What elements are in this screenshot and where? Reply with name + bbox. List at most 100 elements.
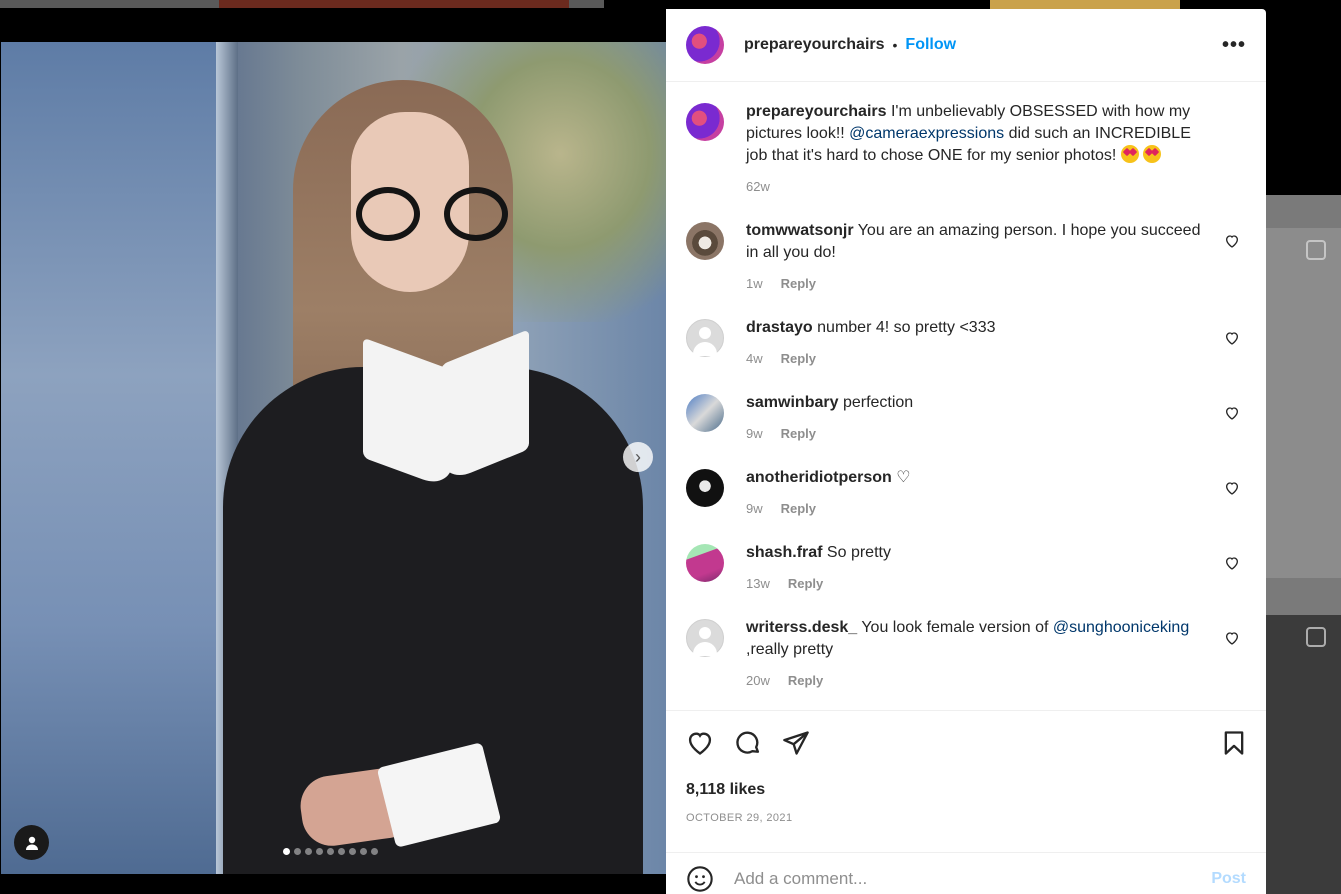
carousel-indicator bbox=[283, 848, 378, 855]
more-options-button[interactable]: ••• bbox=[1222, 34, 1246, 57]
post-header: prepareyourchairs • Follow ••• bbox=[666, 9, 1266, 82]
avatar[interactable] bbox=[686, 222, 724, 260]
action-icons bbox=[686, 729, 810, 757]
comment-time[interactable]: 4w bbox=[746, 348, 763, 370]
comment-username[interactable]: tomwwatsonjr bbox=[746, 222, 854, 239]
reply-button[interactable]: Reply bbox=[781, 273, 816, 295]
comment-meta: 1w Reply bbox=[746, 273, 1216, 295]
likes-count[interactable]: 8,118 likes bbox=[686, 781, 765, 799]
comment-body: drastayo number 4! so pretty <333 4w Rep… bbox=[746, 317, 1216, 370]
chevron-right-icon: › bbox=[635, 446, 641, 467]
comment-username[interactable]: anotheridiotperson bbox=[746, 469, 892, 486]
comment-text: ,really pretty bbox=[746, 641, 834, 658]
comment-time[interactable]: 20w bbox=[746, 670, 770, 692]
separator: • bbox=[892, 37, 898, 53]
comment-item: shash.fraf So pretty 13w Reply bbox=[686, 542, 1246, 595]
photo-wall bbox=[1, 42, 231, 874]
reply-button[interactable]: Reply bbox=[788, 670, 823, 692]
comment-item: samwinbary perfection 9w Reply bbox=[686, 392, 1246, 445]
caption-mention[interactable]: @cameraexpressions bbox=[849, 125, 1004, 142]
post-actions: 8,118 likes OCTOBER 29, 2021 Post bbox=[666, 710, 1266, 894]
reply-button[interactable]: Reply bbox=[781, 423, 816, 445]
backdrop-tile bbox=[1266, 615, 1341, 894]
next-slide-button[interactable]: › bbox=[623, 442, 653, 472]
avatar[interactable] bbox=[686, 26, 724, 64]
comment-body: samwinbary perfection 9w Reply bbox=[746, 392, 1216, 445]
backdrop-strip bbox=[990, 0, 1180, 9]
comment-text: number 4! so pretty <333 bbox=[817, 319, 996, 336]
carousel-dot bbox=[316, 848, 323, 855]
multi-photo-icon bbox=[1306, 627, 1326, 647]
comment-time[interactable]: 13w bbox=[746, 573, 770, 595]
post-username[interactable]: prepareyourchairs bbox=[744, 36, 885, 54]
reply-button[interactable]: Reply bbox=[781, 348, 816, 370]
comment-meta: 13w Reply bbox=[746, 573, 1216, 595]
comment-input[interactable] bbox=[734, 869, 1184, 889]
comment-item: anotheridiotperson ♡ 9w Reply bbox=[686, 467, 1246, 520]
like-comment-heart-icon[interactable] bbox=[1224, 630, 1240, 646]
comment-body: anotheridiotperson ♡ 9w Reply bbox=[746, 467, 1216, 520]
avatar[interactable] bbox=[686, 319, 724, 357]
comment-composer: Post bbox=[666, 852, 1266, 894]
comment-username[interactable]: shash.fraf bbox=[746, 544, 822, 561]
avatar[interactable] bbox=[686, 469, 724, 507]
avatar[interactable] bbox=[686, 394, 724, 432]
user-tag-icon bbox=[25, 836, 38, 850]
carousel-dot bbox=[349, 848, 356, 855]
comment-time[interactable]: 1w bbox=[746, 273, 763, 295]
post-details-panel: prepareyourchairs • Follow ••• prepareyo… bbox=[666, 9, 1266, 894]
heart-eyes-emoji-icon bbox=[1120, 145, 1139, 163]
comment-username[interactable]: writerss.desk_ bbox=[746, 619, 857, 636]
comment-meta: 4w Reply bbox=[746, 348, 1216, 370]
reply-button[interactable]: Reply bbox=[788, 573, 823, 595]
share-icon[interactable] bbox=[782, 729, 810, 757]
tagged-users-button[interactable] bbox=[14, 825, 49, 860]
comment-text: So pretty bbox=[826, 544, 891, 561]
like-comment-heart-icon[interactable] bbox=[1224, 330, 1240, 346]
comment-time[interactable]: 9w bbox=[746, 498, 763, 520]
heart-eyes-emoji-icon bbox=[1143, 145, 1162, 163]
caption-body: prepareyourchairs I'm unbelievably OBSES… bbox=[746, 101, 1216, 198]
comment-mention[interactable]: @sunghooniceking bbox=[1053, 619, 1189, 636]
post-photo bbox=[1, 42, 666, 874]
comment-username[interactable]: drastayo bbox=[746, 319, 813, 336]
carousel-dot bbox=[371, 848, 378, 855]
comment-item: writerss.desk_ You look female version o… bbox=[686, 617, 1246, 692]
avatar[interactable] bbox=[686, 619, 724, 657]
heart-icon[interactable] bbox=[686, 729, 714, 757]
comment-text: ♡ bbox=[896, 469, 911, 486]
caption-username[interactable]: prepareyourchairs bbox=[746, 103, 887, 120]
comment-username[interactable]: samwinbary bbox=[746, 394, 838, 411]
comment-body: writerss.desk_ You look female version o… bbox=[746, 617, 1216, 692]
like-comment-heart-icon[interactable] bbox=[1224, 555, 1240, 571]
comment-meta: 9w Reply bbox=[746, 423, 1216, 445]
caption-time[interactable]: 62w bbox=[746, 176, 770, 198]
comment-item: drastayo number 4! so pretty <333 4w Rep… bbox=[686, 317, 1246, 370]
post-date: OCTOBER 29, 2021 bbox=[686, 812, 793, 824]
comment-icon[interactable] bbox=[734, 729, 762, 757]
comment-list[interactable]: prepareyourchairs I'm unbelievably OBSES… bbox=[666, 83, 1266, 710]
carousel-dot bbox=[305, 848, 312, 855]
comment-body: tomwwatsonjr You are an amazing person. … bbox=[746, 220, 1216, 295]
backdrop-tile bbox=[1266, 228, 1341, 578]
bookmark-icon bbox=[1224, 731, 1244, 755]
emoji-icon[interactable] bbox=[686, 865, 714, 893]
avatar[interactable] bbox=[686, 103, 724, 141]
comment-time[interactable]: 9w bbox=[746, 423, 763, 445]
comment-text: You look female version of bbox=[861, 619, 1053, 636]
backdrop-strip bbox=[219, 0, 569, 8]
comment-meta: 9w Reply bbox=[746, 498, 1216, 520]
like-comment-heart-icon[interactable] bbox=[1224, 405, 1240, 421]
like-comment-heart-icon[interactable] bbox=[1224, 480, 1240, 496]
comment-text: perfection bbox=[842, 394, 914, 411]
caption: prepareyourchairs I'm unbelievably OBSES… bbox=[686, 101, 1246, 198]
carousel-dot bbox=[294, 848, 301, 855]
like-comment-heart-icon[interactable] bbox=[1224, 233, 1240, 249]
multi-photo-icon bbox=[1306, 240, 1326, 260]
follow-button[interactable]: Follow bbox=[905, 36, 956, 54]
comment-body: shash.fraf So pretty 13w Reply bbox=[746, 542, 1216, 595]
post-button[interactable]: Post bbox=[1211, 870, 1246, 888]
save-button[interactable] bbox=[1220, 729, 1248, 762]
avatar[interactable] bbox=[686, 544, 724, 582]
reply-button[interactable]: Reply bbox=[781, 498, 816, 520]
